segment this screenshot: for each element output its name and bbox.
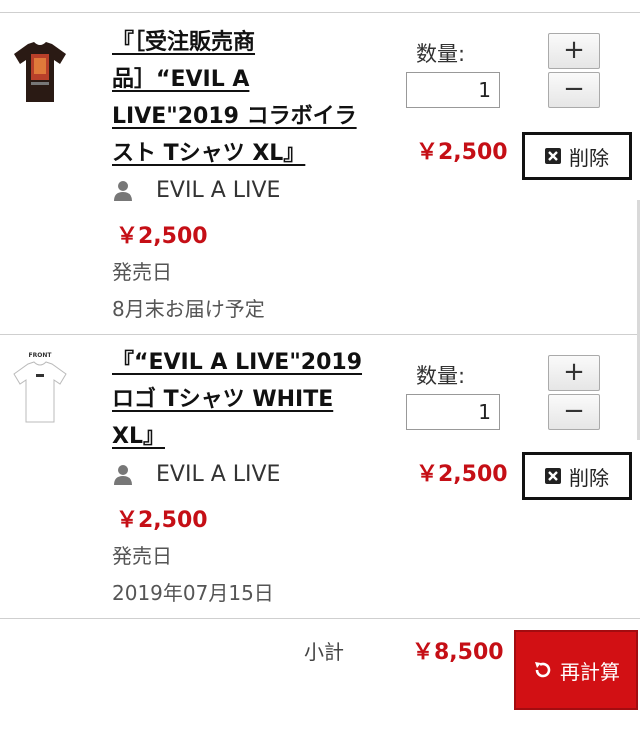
quantity-label: 数量:	[416, 364, 466, 388]
recalculate-label: 再計算	[560, 659, 620, 684]
subtotal-label: 小計	[304, 640, 344, 664]
quantity-input[interactable]	[406, 72, 500, 108]
delete-button[interactable]: 削除	[522, 452, 632, 500]
delete-button[interactable]: 削除	[522, 132, 632, 180]
quantity-input[interactable]	[406, 394, 500, 430]
artist-row: EVIL A LIVE	[112, 178, 280, 203]
top-divider	[0, 12, 640, 13]
unit-price: ￥2,500	[116, 508, 208, 533]
delete-label: 削除	[569, 465, 609, 490]
thumb-front-text: FRONT	[29, 352, 53, 359]
release-label: 発売日	[112, 544, 172, 568]
release-value: 8月末お届け予定	[112, 297, 265, 321]
release-label: 発売日	[112, 260, 172, 284]
artist-row: EVIL A LIVE	[112, 462, 280, 487]
increment-button[interactable]: +	[548, 33, 600, 69]
item-divider	[0, 334, 640, 335]
tshirt-white-thumbnail[interactable]: FRONT	[12, 350, 68, 424]
recalculate-button[interactable]: 再計算	[514, 630, 638, 710]
line-total: ￥2,500	[416, 462, 508, 487]
decrement-button[interactable]: −	[548, 72, 600, 108]
decrement-button[interactable]: −	[548, 394, 600, 430]
person-icon	[114, 180, 132, 201]
refresh-icon	[535, 662, 551, 678]
item-title-link[interactable]: 『“EVIL A LIVE"2019 ロゴ Tシャツ WHITE XL』	[112, 344, 372, 455]
x-box-icon	[545, 468, 561, 484]
delete-label: 削除	[569, 145, 609, 170]
tshirt-black-thumbnail[interactable]	[12, 40, 68, 104]
artist-name: EVIL A LIVE	[156, 462, 281, 487]
unit-price: ￥2,500	[116, 224, 208, 249]
subtotal-divider	[0, 618, 640, 619]
release-value: 2019年07月15日	[112, 581, 274, 605]
quantity-label: 数量:	[416, 42, 466, 66]
subtotal-value: ￥8,500	[412, 640, 504, 665]
person-icon	[114, 464, 132, 485]
artist-name: EVIL A LIVE	[156, 178, 281, 203]
increment-button[interactable]: +	[548, 355, 600, 391]
item-title-link[interactable]: 『［受注販売商品］“EVIL A LIVE"2019 コラボイラスト Tシャツ …	[112, 24, 362, 172]
x-box-icon	[545, 148, 561, 164]
line-total: ￥2,500	[416, 140, 508, 165]
